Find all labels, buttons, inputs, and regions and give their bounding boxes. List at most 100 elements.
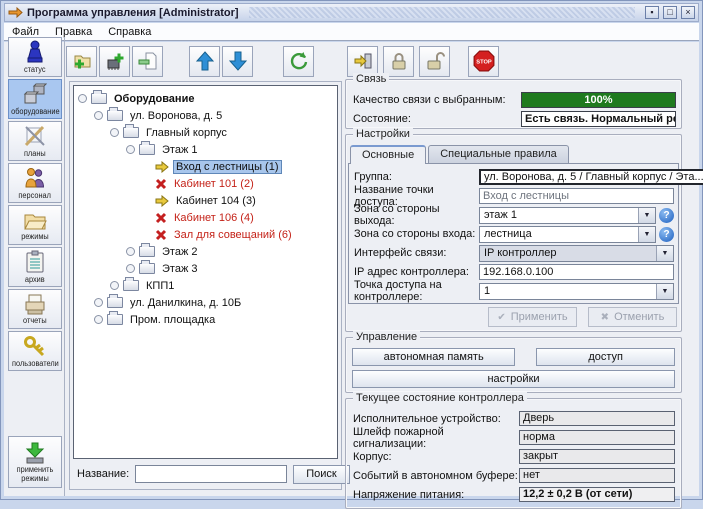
tree-node[interactable]: ул. Воронова, д. 5 bbox=[76, 107, 335, 124]
door-access-button[interactable] bbox=[347, 46, 378, 77]
folder-icon bbox=[123, 280, 139, 291]
fire-loop-value: норма bbox=[519, 430, 675, 445]
tree-expand-handle[interactable] bbox=[126, 247, 135, 256]
zone-exit-help-icon[interactable]: ? bbox=[659, 208, 674, 223]
ip-address-input[interactable]: 192.168.0.100 bbox=[479, 264, 674, 280]
tree-expand-handle[interactable] bbox=[78, 94, 87, 103]
titlebar[interactable]: Программа управления [Administrator] ▪ □… bbox=[4, 3, 699, 22]
search-input[interactable] bbox=[135, 465, 287, 483]
move-down-button[interactable] bbox=[222, 46, 253, 77]
sidebar-item-label: отчеты bbox=[23, 316, 47, 325]
control-group: Управление автономная память доступ наст… bbox=[345, 337, 682, 393]
menu-file[interactable]: Файл bbox=[12, 26, 39, 38]
settings-group: Настройки Основные Специальные правила Г… bbox=[345, 134, 682, 332]
users-key-icon bbox=[23, 334, 47, 358]
tree-expand-handle[interactable] bbox=[110, 281, 119, 290]
remove-item-button[interactable] bbox=[132, 46, 163, 77]
zone-entry-help-icon[interactable]: ? bbox=[659, 227, 674, 242]
case-label: Корпус: bbox=[353, 451, 519, 463]
tree-expand-handle[interactable] bbox=[126, 264, 135, 273]
lock-closed-button[interactable] bbox=[383, 46, 414, 77]
lock-closed-icon bbox=[389, 51, 409, 71]
zone-entry-value: лестница bbox=[480, 227, 638, 242]
link-group-title: Связь bbox=[353, 73, 389, 85]
plans-drafting-icon bbox=[23, 124, 47, 148]
chevron-down-icon[interactable]: ▼ bbox=[656, 246, 673, 261]
app-icon bbox=[8, 7, 23, 18]
tree-expand-handle[interactable] bbox=[94, 111, 103, 120]
sidebar-item-archive[interactable]: архив bbox=[8, 247, 62, 287]
tree-node[interactable]: Этаж 1 bbox=[76, 141, 335, 158]
tree-expand-handle[interactable] bbox=[126, 145, 135, 154]
tree-expand-handle[interactable] bbox=[110, 128, 119, 137]
chevron-down-icon[interactable]: ▼ bbox=[638, 208, 655, 223]
interface-combobox[interactable]: IP контроллер ▼ bbox=[479, 245, 674, 262]
zone-exit-value: этаж 1 bbox=[480, 208, 638, 223]
tab-special-rules[interactable]: Специальные правила bbox=[428, 145, 569, 164]
sidebar-item-reports[interactable]: отчеты bbox=[8, 289, 62, 329]
tree-node[interactable]: Этаж 3 bbox=[76, 260, 335, 277]
tree-expand-handle[interactable] bbox=[94, 315, 103, 324]
window-title: Программа управления [Administrator] bbox=[27, 7, 239, 19]
chevron-down-icon[interactable]: ▼ bbox=[656, 284, 673, 299]
autonomous-memory-button[interactable]: автономная память bbox=[352, 348, 515, 366]
tree-node[interactable]: Кабинет 106 (4) bbox=[76, 209, 335, 226]
tree-node[interactable]: Пром. площадка bbox=[76, 311, 335, 328]
tree-node[interactable]: ул. Данилкина, д. 10Б bbox=[76, 294, 335, 311]
tree-node-label: Этаж 2 bbox=[159, 245, 200, 259]
menu-help[interactable]: Справка bbox=[108, 26, 151, 38]
close-button[interactable]: × bbox=[681, 6, 695, 19]
settings-tabs: Основные Специальные правила bbox=[346, 145, 681, 164]
maximize-button[interactable]: □ bbox=[663, 6, 677, 19]
tree-node[interactable]: Зал для совещаний (6) bbox=[76, 226, 335, 243]
ap-number-value: 1 bbox=[480, 284, 656, 299]
zone-entry-combobox[interactable]: лестница ▼ bbox=[479, 226, 656, 243]
sidebar-item-status[interactable]: статус bbox=[8, 37, 62, 77]
tree-node[interactable]: Кабинет 101 (2) bbox=[76, 175, 335, 192]
equipment-boxes-icon bbox=[23, 82, 47, 106]
tree-expand-handle[interactable] bbox=[94, 298, 103, 307]
lock-open-icon bbox=[425, 51, 445, 71]
group-value[interactable]: ул. Воронова, д. 5 / Главный корпус / Эт… bbox=[479, 169, 703, 185]
ap-name-input[interactable]: Вход с лестницы bbox=[479, 188, 674, 204]
tree-node-label: Кабинет 106 (4) bbox=[171, 211, 257, 225]
equipment-tree[interactable]: Оборудование ул. Воронова, д. 5 Главный … bbox=[73, 85, 338, 459]
folder-icon bbox=[91, 93, 107, 104]
supply-voltage-label: Напряжение питания: bbox=[353, 489, 519, 501]
apply-button[interactable]: ✔ Применить bbox=[488, 307, 577, 327]
move-up-button[interactable] bbox=[189, 46, 220, 77]
fire-loop-label: Шлейф пожарной сигнализации: bbox=[353, 426, 519, 450]
add-device-button[interactable] bbox=[99, 46, 130, 77]
access-button[interactable]: доступ bbox=[536, 348, 675, 366]
link-group: Связь Качество связи с выбранным: 100% С… bbox=[345, 79, 682, 129]
sidebar-apply-modes-button[interactable]: применить режимы bbox=[8, 436, 62, 488]
zone-exit-combobox[interactable]: этаж 1 ▼ bbox=[479, 207, 656, 224]
menu-edit[interactable]: Правка bbox=[55, 26, 92, 38]
sidebar-item-modes[interactable]: режимы bbox=[8, 205, 62, 245]
folder-icon bbox=[139, 246, 155, 257]
sidebar-item-users[interactable]: пользователи bbox=[8, 331, 62, 371]
tree-node[interactable]: КПП1 bbox=[76, 277, 335, 294]
refresh-button[interactable] bbox=[283, 46, 314, 77]
tree-node[interactable]: Главный корпус bbox=[76, 124, 335, 141]
settings-tab-panel: Группа: ул. Воронова, д. 5 / Главный кор… bbox=[348, 163, 679, 304]
tree-node[interactable]: Оборудование bbox=[76, 90, 335, 107]
sidebar-item-personnel[interactable]: персонал bbox=[8, 163, 62, 203]
stop-button[interactable]: STOP bbox=[468, 46, 499, 77]
add-folder-icon bbox=[72, 51, 92, 71]
tree-node-label: Пром. площадка bbox=[127, 313, 218, 327]
tree-node[interactable]: Вход с лестницы (1) bbox=[76, 158, 335, 175]
search-button[interactable]: Поиск bbox=[293, 465, 349, 484]
add-folder-button[interactable] bbox=[66, 46, 97, 77]
sidebar-item-equipment[interactable]: оборудование bbox=[8, 79, 62, 119]
sidebar-item-plans[interactable]: планы bbox=[8, 121, 62, 161]
chevron-down-icon[interactable]: ▼ bbox=[638, 227, 655, 242]
tab-main[interactable]: Основные bbox=[350, 145, 426, 164]
settings-button[interactable]: настройки bbox=[352, 370, 675, 388]
cancel-button[interactable]: ✖ Отменить bbox=[588, 307, 677, 327]
tree-node[interactable]: Кабинет 104 (3) bbox=[76, 192, 335, 209]
ap-number-combobox[interactable]: 1 ▼ bbox=[479, 283, 674, 300]
lock-open-button[interactable] bbox=[419, 46, 450, 77]
minimize-button[interactable]: ▪ bbox=[645, 6, 659, 19]
tree-node[interactable]: Этаж 2 bbox=[76, 243, 335, 260]
